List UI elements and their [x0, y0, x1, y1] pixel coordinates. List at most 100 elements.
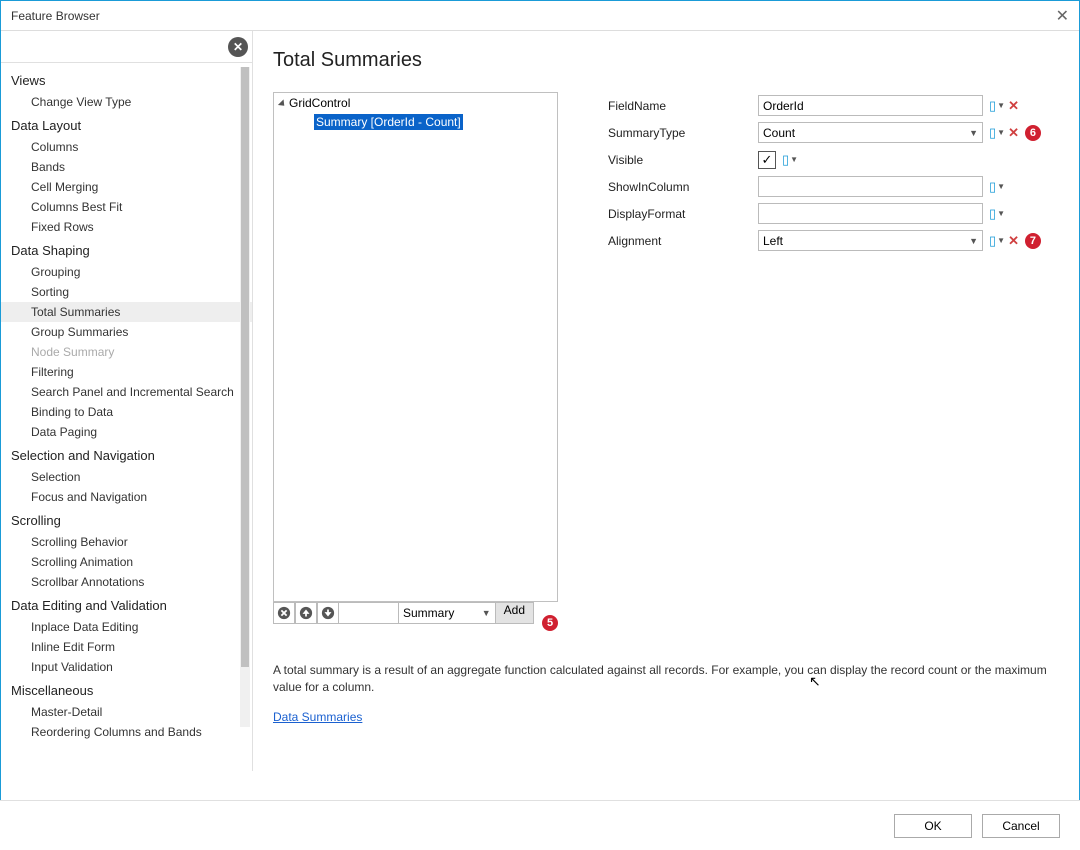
- prop-label: ShowInColumn: [608, 180, 758, 194]
- clear-icon[interactable]: ✕: [1008, 233, 1019, 249]
- prop-row: DisplayFormat ▯▼: [608, 200, 1059, 227]
- sidebar-item[interactable]: Data Paging: [1, 422, 252, 442]
- sidebar-category: Data Layout: [1, 112, 252, 137]
- sidebar-item[interactable]: Cell Merging: [1, 177, 252, 197]
- summary-type-select[interactable]: Summary▼: [399, 602, 496, 624]
- database-icon[interactable]: ▯: [989, 125, 996, 141]
- sidebar-item[interactable]: Scrollbar Annotations: [1, 572, 252, 592]
- prop-input[interactable]: [758, 203, 983, 224]
- tree-root[interactable]: GridControl: [274, 93, 557, 113]
- chevron-down-icon[interactable]: ▼: [997, 236, 1005, 245]
- sidebar-item[interactable]: Binding to Data: [1, 402, 252, 422]
- sidebar-item[interactable]: Filtering: [1, 362, 252, 382]
- main-area: ✕ ViewsChange View TypeData LayoutColumn…: [1, 31, 1079, 771]
- sidebar-item[interactable]: Input Validation: [1, 657, 252, 677]
- description-text: A total summary is a result of an aggreg…: [273, 662, 1059, 696]
- sidebar-item[interactable]: Master-Detail: [1, 702, 252, 722]
- sidebar-item[interactable]: Inplace Data Editing: [1, 617, 252, 637]
- sidebar-item[interactable]: Columns: [1, 137, 252, 157]
- cancel-button[interactable]: Cancel: [982, 814, 1060, 838]
- expander-icon[interactable]: [278, 99, 287, 108]
- prop-select[interactable]: Left▼: [758, 230, 983, 251]
- move-down-button[interactable]: [317, 602, 339, 624]
- sidebar: ✕ ViewsChange View TypeData LayoutColumn…: [1, 31, 253, 771]
- search-input[interactable]: [1, 36, 228, 58]
- prop-select[interactable]: Count▼: [758, 122, 983, 143]
- prop-icons: ▯▼✕: [989, 233, 1019, 249]
- prop-checkbox[interactable]: ✓: [758, 151, 776, 169]
- sidebar-category: Data Shaping: [1, 237, 252, 262]
- footer: OK Cancel: [0, 800, 1080, 850]
- sidebar-item[interactable]: Search Panel and Incremental Search: [1, 382, 252, 402]
- tree-column: GridControl Summary [OrderId - Count] Su…: [273, 92, 558, 624]
- sidebar-item[interactable]: Selection: [1, 467, 252, 487]
- prop-icons: ▯▼: [782, 152, 798, 168]
- page-title: Total Summaries: [273, 49, 1059, 72]
- sidebar-item[interactable]: Sorting: [1, 282, 252, 302]
- prop-input[interactable]: [758, 176, 983, 197]
- chevron-down-icon[interactable]: ▼: [790, 155, 798, 164]
- prop-icons: ▯▼✕: [989, 98, 1019, 114]
- chevron-down-icon[interactable]: ▼: [997, 101, 1005, 110]
- sidebar-item[interactable]: Reordering Columns and Bands: [1, 722, 252, 742]
- content: Total Summaries GridControl Summary [Ord…: [253, 31, 1079, 771]
- summary-tree[interactable]: GridControl Summary [OrderId - Count]: [273, 92, 558, 602]
- database-icon[interactable]: ▯: [989, 98, 996, 114]
- prop-row: ShowInColumn ▯▼: [608, 173, 1059, 200]
- sidebar-category: Miscellaneous: [1, 677, 252, 702]
- sidebar-item[interactable]: Inline Edit Form: [1, 637, 252, 657]
- sidebar-item[interactable]: Scrolling Behavior: [1, 532, 252, 552]
- database-icon[interactable]: ▯: [989, 206, 996, 222]
- prop-label: SummaryType: [608, 126, 758, 140]
- move-up-button[interactable]: [295, 602, 317, 624]
- sidebar-item[interactable]: Group Summaries: [1, 322, 252, 342]
- search-clear-icon[interactable]: ✕: [228, 37, 248, 57]
- window-title: Feature Browser: [11, 9, 1056, 23]
- sidebar-tree: ViewsChange View TypeData LayoutColumnsB…: [1, 63, 252, 771]
- tree-child[interactable]: Summary [OrderId - Count]: [274, 113, 557, 131]
- delete-button[interactable]: [273, 602, 295, 624]
- data-summaries-link[interactable]: Data Summaries: [273, 710, 1059, 724]
- sidebar-item[interactable]: Grouping: [1, 262, 252, 282]
- sidebar-item[interactable]: Fixed Rows: [1, 217, 252, 237]
- chevron-down-icon: ▼: [969, 128, 978, 138]
- prop-label: Visible: [608, 153, 758, 167]
- toolbar-spacer: [339, 602, 399, 624]
- sidebar-item[interactable]: Scrolling Animation: [1, 552, 252, 572]
- sidebar-item[interactable]: Columns Best Fit: [1, 197, 252, 217]
- prop-label: Alignment: [608, 234, 758, 248]
- prop-label: DisplayFormat: [608, 207, 758, 221]
- sidebar-item[interactable]: Change View Type: [1, 92, 252, 112]
- database-icon[interactable]: ▯: [782, 152, 789, 168]
- database-icon[interactable]: ▯: [989, 179, 996, 195]
- prop-input[interactable]: [758, 95, 983, 116]
- search-row: ✕: [1, 31, 252, 63]
- database-icon[interactable]: ▯: [989, 233, 996, 249]
- prop-row: AlignmentLeft▼▯▼✕7: [608, 227, 1059, 254]
- chevron-down-icon[interactable]: ▼: [997, 182, 1005, 191]
- sidebar-category: Selection and Navigation: [1, 442, 252, 467]
- clear-icon[interactable]: ✕: [1008, 125, 1019, 141]
- scrollbar[interactable]: [240, 67, 250, 727]
- properties-panel: FieldName▯▼✕SummaryTypeCount▼▯▼✕6Visible…: [608, 92, 1059, 624]
- close-icon[interactable]: ✕: [1056, 6, 1069, 26]
- clear-icon[interactable]: ✕: [1008, 98, 1019, 114]
- chevron-down-icon: ▼: [482, 608, 491, 618]
- ok-button[interactable]: OK: [894, 814, 972, 838]
- chevron-down-icon: ▼: [969, 236, 978, 246]
- prop-row: SummaryTypeCount▼▯▼✕6: [608, 119, 1059, 146]
- prop-icons: ▯▼: [989, 206, 1005, 222]
- prop-icons: ▯▼✕: [989, 125, 1019, 141]
- sidebar-item[interactable]: Total Summaries: [1, 302, 252, 322]
- add-button[interactable]: Add: [496, 602, 534, 624]
- chevron-down-icon[interactable]: ▼: [997, 209, 1005, 218]
- sidebar-item[interactable]: Focus and Navigation: [1, 487, 252, 507]
- prop-row: Visible✓ ▯▼: [608, 146, 1059, 173]
- sidebar-category: Views: [1, 67, 252, 92]
- chevron-down-icon[interactable]: ▼: [997, 128, 1005, 137]
- sidebar-item[interactable]: Bands: [1, 157, 252, 177]
- annotation-badge: 7: [1025, 233, 1041, 249]
- prop-row: FieldName ▯▼✕: [608, 92, 1059, 119]
- titlebar: Feature Browser ✕: [1, 1, 1079, 31]
- prop-label: FieldName: [608, 99, 758, 113]
